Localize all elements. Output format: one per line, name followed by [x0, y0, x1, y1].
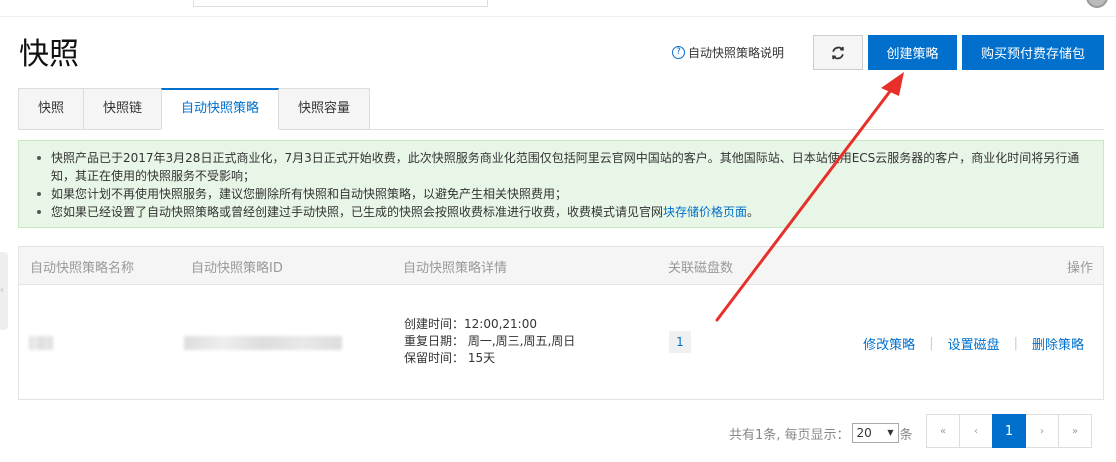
notice-box: 快照产品已于2017年3月28日正式商业化，7月3日正式开始收费，此次快照服务商… [18, 140, 1104, 228]
notice-text: 您如果已经设置了自动快照策略或曾经创建过手动快照，已生成的快照会按照收费标准进行… [51, 205, 664, 219]
page-size-select[interactable]: 20 [851, 423, 899, 443]
side-collapse-handle[interactable]: ‹ [0, 252, 8, 330]
policy-id-redacted [184, 336, 342, 350]
block-storage-pricing-link[interactable]: 块存储价格页面 [663, 205, 747, 219]
page-button-current[interactable]: 1 [992, 414, 1026, 448]
tab-snapshots[interactable]: 快照 [18, 88, 85, 130]
row-actions: 修改策略 | 设置磁盘 | 删除策略 [863, 334, 1084, 353]
tab-bar: 快照 快照链 自动快照策略 快照容量 [18, 88, 371, 130]
pagination: « ‹ 1 › » [926, 414, 1092, 448]
policy-detail: 创建时间：12:00,21:00 重复日期： 周一,周三,周五,周日 保留时间：… [404, 316, 575, 367]
pagination-summary-text: 共有1条, 每页显示： [729, 427, 850, 443]
col-header-ops: 操作 [1066, 261, 1093, 276]
table-header: 自动快照策略名称 自动快照策略ID 自动快照策略详情 关联磁盘数 操作 [19, 247, 1103, 285]
notice-text: 。 [747, 205, 760, 219]
notice-item: 快照产品已于2017年3月28日正式商业化，7月3日正式开始收费，此次快照服务商… [35, 149, 1091, 185]
top-bar [0, 0, 1116, 17]
table-row: 创建时间：12:00,21:00 重复日期： 周一,周三,周五,周日 保留时间：… [19, 285, 1103, 401]
notice-item: 如果您计划不再使用快照服务，建议您删除所有快照和自动快照策略，以避免产生相关快照… [35, 185, 1091, 203]
policy-table: 自动快照策略名称 自动快照策略ID 自动快照策略详情 关联磁盘数 操作 创建时间… [18, 246, 1104, 400]
search-input[interactable] [193, 0, 488, 7]
prev-page-button[interactable]: ‹ [959, 414, 993, 448]
divider: | [929, 336, 934, 351]
next-page-button[interactable]: › [1025, 414, 1059, 448]
pagination-summary: 共有1条, 每页显示： 20 条 [729, 423, 913, 443]
policy-name-redacted [29, 336, 53, 350]
first-page-button[interactable]: « [926, 414, 960, 448]
set-disk-link[interactable]: 设置磁盘 [948, 334, 1000, 353]
page-title: 快照 [19, 37, 79, 72]
notice-item: 您如果已经设置了自动快照策略或曾经创建过手动快照，已生成的快照会按照收费标准进行… [35, 203, 1091, 221]
col-header-disks: 关联磁盘数 [668, 261, 734, 276]
tab-auto-snapshot-policy[interactable]: 自动快照策略 [161, 88, 280, 130]
refresh-button[interactable] [813, 35, 863, 70]
divider: | [1013, 336, 1018, 351]
buy-storage-package-button[interactable]: 购买预付费存储包 [962, 35, 1104, 70]
pagination-unit: 条 [899, 427, 913, 443]
help-link-label: 自动快照策略说明 [688, 46, 785, 60]
tab-snapshot-capacity[interactable]: 快照容量 [278, 88, 371, 130]
detail-repeat-days: 重复日期： 周一,周三,周五,周日 [404, 334, 576, 348]
delete-policy-link[interactable]: 删除策略 [1032, 334, 1084, 353]
col-header-id: 自动快照策略ID [191, 261, 283, 276]
col-header-name: 自动快照策略名称 [30, 261, 135, 276]
detail-retention: 保留时间： 15天 [404, 351, 496, 365]
avatar[interactable] [1086, 0, 1108, 8]
refresh-icon [832, 46, 844, 59]
last-page-button[interactable]: » [1058, 414, 1092, 448]
modify-policy-link[interactable]: 修改策略 [863, 334, 915, 353]
disk-count-badge[interactable]: 1 [669, 331, 691, 353]
col-header-detail: 自动快照策略详情 [403, 261, 508, 276]
detail-created-time: 创建时间：12:00,21:00 [404, 317, 537, 331]
create-policy-button[interactable]: 创建策略 [868, 35, 957, 70]
help-link[interactable]: ? 自动快照策略说明 [672, 44, 784, 61]
tab-snapshot-chain[interactable]: 快照链 [83, 88, 163, 130]
question-icon: ? [672, 46, 685, 59]
